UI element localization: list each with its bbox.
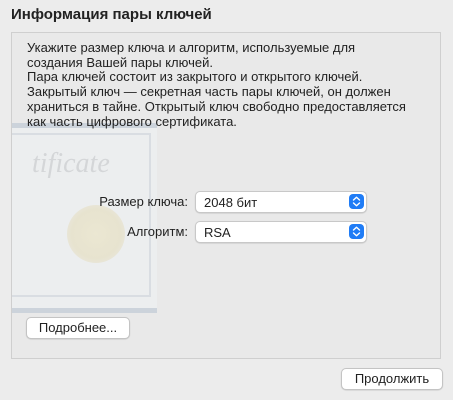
intro-text: Укажите размер ключа и алгоритм, использ…	[27, 40, 427, 129]
intro-line: как часть цифрового сертификата.	[27, 113, 237, 129]
dialog-title: Информация пары ключей	[11, 6, 212, 23]
algorithm-label: Алгоритм:	[127, 224, 188, 239]
key-size-label: Размер ключа:	[99, 194, 188, 209]
key-size-popup[interactable]: 2048 бит	[195, 191, 367, 213]
intro-line: Пара ключей состоит из закрытого и откры…	[27, 69, 363, 85]
watermark-text: tificate	[32, 148, 110, 179]
key-size-value: 2048 бит	[204, 195, 258, 210]
continue-button[interactable]: Продолжить	[341, 368, 443, 390]
details-button[interactable]: Подробнее...	[26, 317, 130, 339]
chevron-updown-icon	[349, 194, 364, 209]
intro-line: создания Вашей пары ключей.	[27, 54, 213, 70]
algorithm-value: RSA	[204, 225, 231, 240]
intro-line: Закрытый ключ — секретная часть пары клю…	[27, 84, 391, 100]
chevron-updown-icon	[349, 224, 364, 239]
content-panel: tificate Укажите размер ключа и алгоритм…	[11, 32, 441, 359]
intro-line: Укажите размер ключа и алгоритм, использ…	[27, 40, 356, 55]
algorithm-popup[interactable]: RSA	[195, 221, 367, 243]
intro-line: храниться в тайне. Открытый ключ свободн…	[27, 98, 406, 114]
